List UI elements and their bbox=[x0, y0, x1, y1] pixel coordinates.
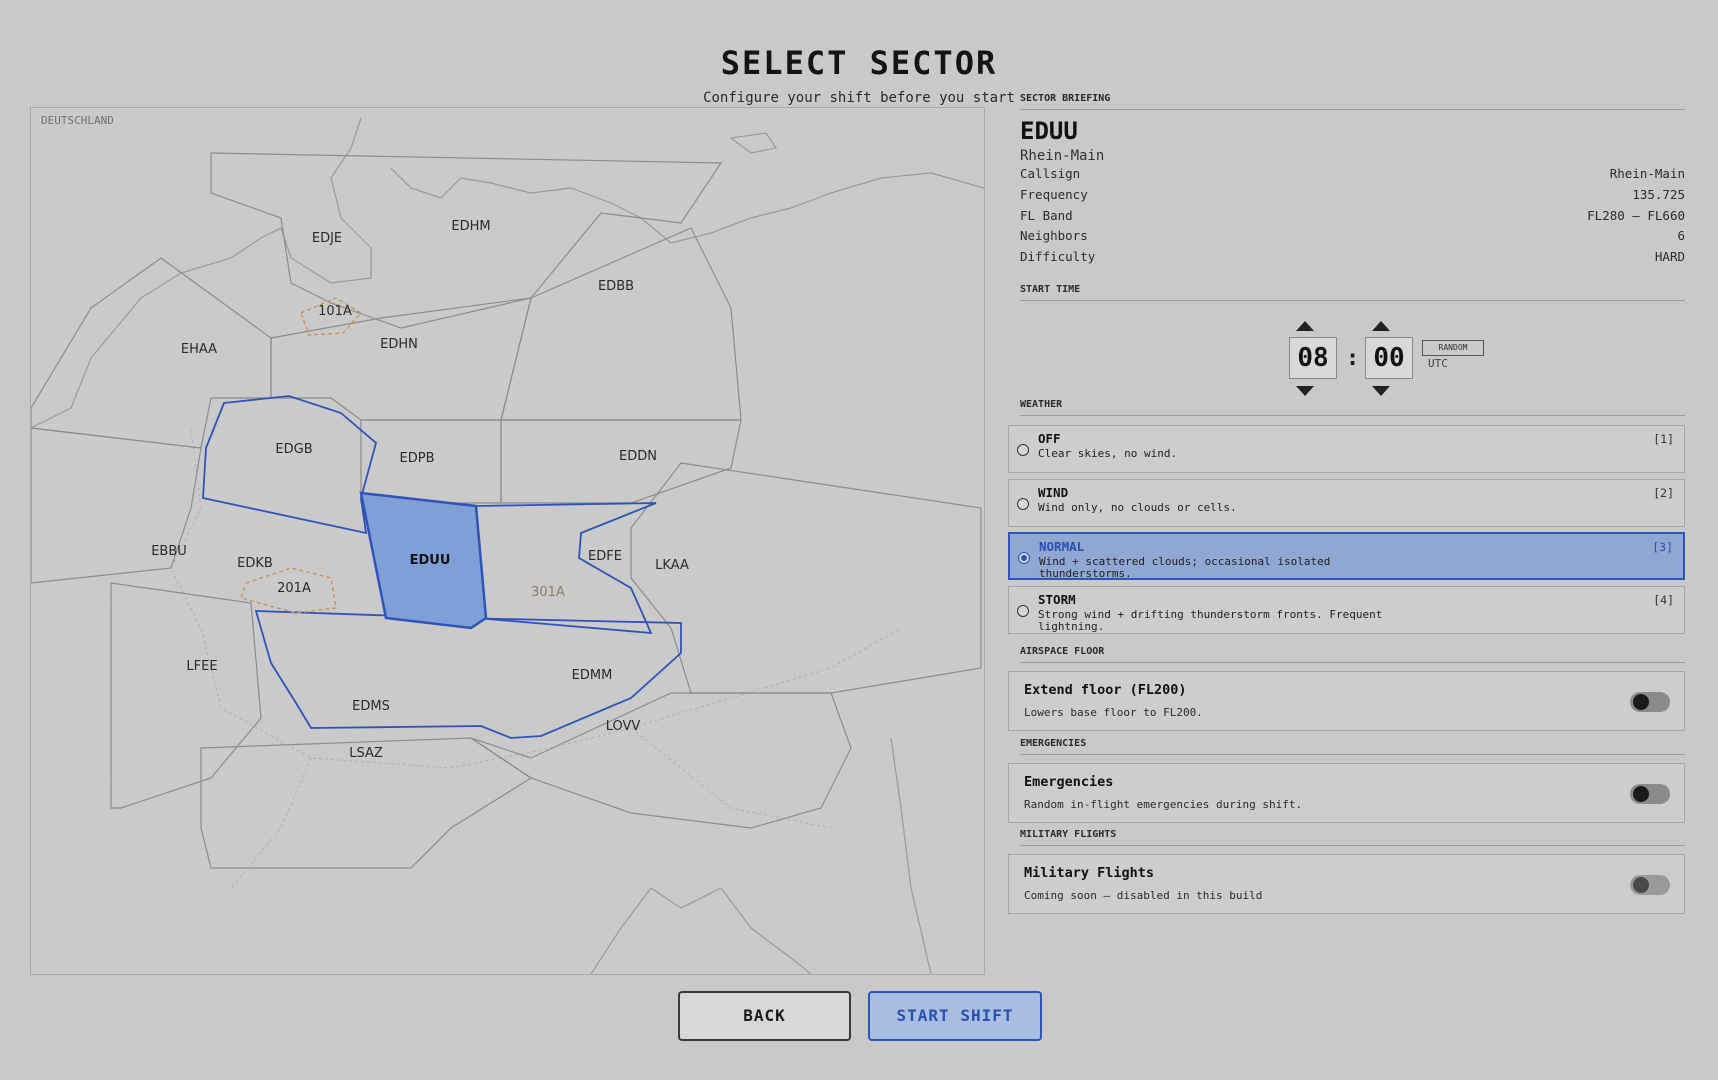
sector-label-edpb[interactable]: EDPB bbox=[400, 451, 435, 466]
sector-label-edgb[interactable]: EDGB bbox=[275, 442, 312, 457]
briefing-sector-code: EDUU bbox=[1020, 117, 1078, 145]
briefing-label: Neighbors bbox=[1020, 228, 1088, 243]
airspace-floor-desc: Lowers base floor to FL200. bbox=[1024, 706, 1203, 719]
airspace-floor-toggle[interactable] bbox=[1630, 692, 1670, 712]
radio-icon[interactable] bbox=[1017, 605, 1029, 617]
briefing-row-frequency: Frequency 135.725 bbox=[1020, 187, 1685, 207]
briefing-label: Difficulty bbox=[1020, 249, 1096, 264]
airspace-floor-card[interactable]: Extend floor (FL200) Lowers base floor t… bbox=[1008, 671, 1685, 731]
airspace-floor-title: Extend floor (FL200) bbox=[1024, 682, 1187, 698]
military-flights-card: Military Flights Coming soon — disabled … bbox=[1008, 854, 1685, 914]
minute-down-arrow-icon[interactable] bbox=[1372, 386, 1390, 396]
section-weather: WEATHER bbox=[1020, 399, 1685, 416]
sector-label-edbb[interactable]: EDBB bbox=[598, 279, 634, 294]
briefing-row-neighbors: Neighbors 6 bbox=[1020, 228, 1685, 248]
weather-option-name: OFF bbox=[1038, 431, 1061, 446]
weather-option-name: NORMAL bbox=[1039, 539, 1085, 554]
emergencies-desc: Random in-flight emergencies during shif… bbox=[1024, 798, 1303, 811]
toggle-knob bbox=[1633, 694, 1649, 710]
toggle-knob bbox=[1633, 877, 1649, 893]
briefing-value: FL280 – FL660 bbox=[1587, 208, 1685, 223]
section-airspace-floor: AIRSPACE FLOOR bbox=[1020, 646, 1685, 663]
weather-option-hotkey: [4] bbox=[1653, 593, 1674, 607]
briefing-value: 135.725 bbox=[1632, 187, 1685, 202]
radio-selected-icon[interactable] bbox=[1018, 552, 1030, 564]
toggle-knob bbox=[1633, 786, 1649, 802]
hour-down-arrow-icon[interactable] bbox=[1296, 386, 1314, 396]
sector-label-edhn[interactable]: EDHN bbox=[380, 337, 418, 352]
weather-option-hotkey: [2] bbox=[1653, 486, 1674, 500]
briefing-value: 6 bbox=[1677, 228, 1685, 243]
sector-label-edfe[interactable]: EDFE bbox=[588, 549, 622, 564]
restricted-label-101a: 101A bbox=[318, 304, 352, 319]
map-country-label: DEUTSCHLAND bbox=[41, 114, 114, 127]
briefing-row-fl-band: FL Band FL280 – FL660 bbox=[1020, 208, 1685, 228]
sector-label-lfee[interactable]: LFEE bbox=[186, 659, 217, 674]
map-canvas: EDJE EDHM EDBB EHAA EDHN EDGB EDPB EDDN … bbox=[31, 117, 984, 974]
sector-label-edhm[interactable]: EDHM bbox=[451, 219, 490, 234]
briefing-row-callsign: Callsign Rhein-Main bbox=[1020, 166, 1685, 186]
emergencies-card[interactable]: Emergencies Random in-flight emergencies… bbox=[1008, 763, 1685, 823]
weather-option-storm[interactable]: STORM Strong wind + drifting thunderstor… bbox=[1008, 586, 1685, 634]
sector-label-lsaz[interactable]: LSAZ bbox=[349, 746, 383, 761]
sector-label-eduu[interactable]: EDUU bbox=[410, 553, 451, 568]
weather-option-desc: Strong wind + drifting thunderstorm fron… bbox=[1038, 608, 1383, 633]
section-military-flights: MILITARY FLIGHTS bbox=[1020, 829, 1685, 846]
briefing-row-difficulty: Difficulty HARD bbox=[1020, 249, 1685, 269]
radio-icon[interactable] bbox=[1017, 498, 1029, 510]
weather-option-hotkey: [1] bbox=[1653, 432, 1674, 446]
start-shift-button[interactable]: START SHIFT bbox=[868, 991, 1042, 1041]
emergencies-toggle[interactable] bbox=[1630, 784, 1670, 804]
briefing-value: Rhein-Main bbox=[1609, 166, 1685, 181]
weather-option-desc: Wind + scattered clouds; occasional isol… bbox=[1039, 555, 1331, 580]
section-sector-briefing: SECTOR BRIEFING bbox=[1020, 93, 1685, 110]
weather-option-desc: Wind only, no clouds or cells. bbox=[1038, 501, 1237, 514]
sector-label-edmm[interactable]: EDMM bbox=[572, 668, 613, 683]
hour-up-arrow-icon[interactable] bbox=[1296, 321, 1314, 331]
weather-option-off[interactable]: OFF Clear skies, no wind. [1] bbox=[1008, 425, 1685, 473]
briefing-value: HARD bbox=[1654, 249, 1685, 264]
section-emergencies: EMERGENCIES bbox=[1020, 738, 1685, 755]
sector-label-lovv[interactable]: LOVV bbox=[606, 719, 641, 734]
sector-label-ebbu[interactable]: EBBU bbox=[151, 544, 187, 559]
military-flights-toggle bbox=[1630, 875, 1670, 895]
military-flights-desc: Coming soon — disabled in this build bbox=[1024, 889, 1263, 902]
page-title: SELECT SECTOR bbox=[720, 44, 998, 82]
weather-option-name: STORM bbox=[1038, 592, 1076, 607]
weather-option-wind[interactable]: WIND Wind only, no clouds or cells. [2] bbox=[1008, 479, 1685, 527]
back-button[interactable]: BACK bbox=[678, 991, 851, 1041]
sector-map[interactable]: EDJE EDHM EDBB EHAA EDHN EDGB EDPB EDDN … bbox=[30, 107, 985, 975]
sector-label-ehaa[interactable]: EHAA bbox=[181, 342, 217, 357]
random-time-button[interactable]: RANDOM bbox=[1422, 340, 1484, 356]
sector-label-edms[interactable]: EDMS bbox=[352, 699, 390, 714]
briefing-label: Callsign bbox=[1020, 166, 1081, 181]
radio-icon[interactable] bbox=[1017, 444, 1029, 456]
time-separator: : bbox=[1346, 346, 1360, 371]
section-start-time: START TIME bbox=[1020, 284, 1685, 301]
country-borders bbox=[170, 427, 902, 889]
emergencies-title: Emergencies bbox=[1024, 774, 1114, 790]
weather-option-name: WIND bbox=[1038, 485, 1069, 500]
sector-label-edkb[interactable]: EDKB bbox=[237, 556, 273, 571]
restricted-label-201a: 201A bbox=[277, 581, 311, 596]
timezone-label: UTC bbox=[1428, 357, 1448, 370]
sector-label-lkaa[interactable]: LKAA bbox=[655, 558, 689, 573]
hour-display[interactable]: 08 bbox=[1289, 337, 1337, 379]
sector-outlines bbox=[31, 152, 982, 869]
briefing-sector-name: Rhein-Main bbox=[1020, 148, 1105, 164]
briefing-label: Frequency bbox=[1020, 187, 1088, 202]
sector-label-eddn[interactable]: EDDN bbox=[619, 449, 657, 464]
weather-option-desc: Clear skies, no wind. bbox=[1038, 447, 1178, 460]
minute-display[interactable]: 00 bbox=[1365, 337, 1413, 379]
briefing-label: FL Band bbox=[1020, 208, 1073, 223]
restricted-label-301a: 301A bbox=[531, 585, 565, 600]
weather-option-normal[interactable]: NORMAL Wind + scattered clouds; occasion… bbox=[1008, 532, 1685, 580]
sector-label-edje[interactable]: EDJE bbox=[312, 231, 342, 246]
military-flights-title: Military Flights bbox=[1024, 865, 1155, 881]
minute-up-arrow-icon[interactable] bbox=[1372, 321, 1390, 331]
weather-option-hotkey: [3] bbox=[1652, 540, 1673, 554]
